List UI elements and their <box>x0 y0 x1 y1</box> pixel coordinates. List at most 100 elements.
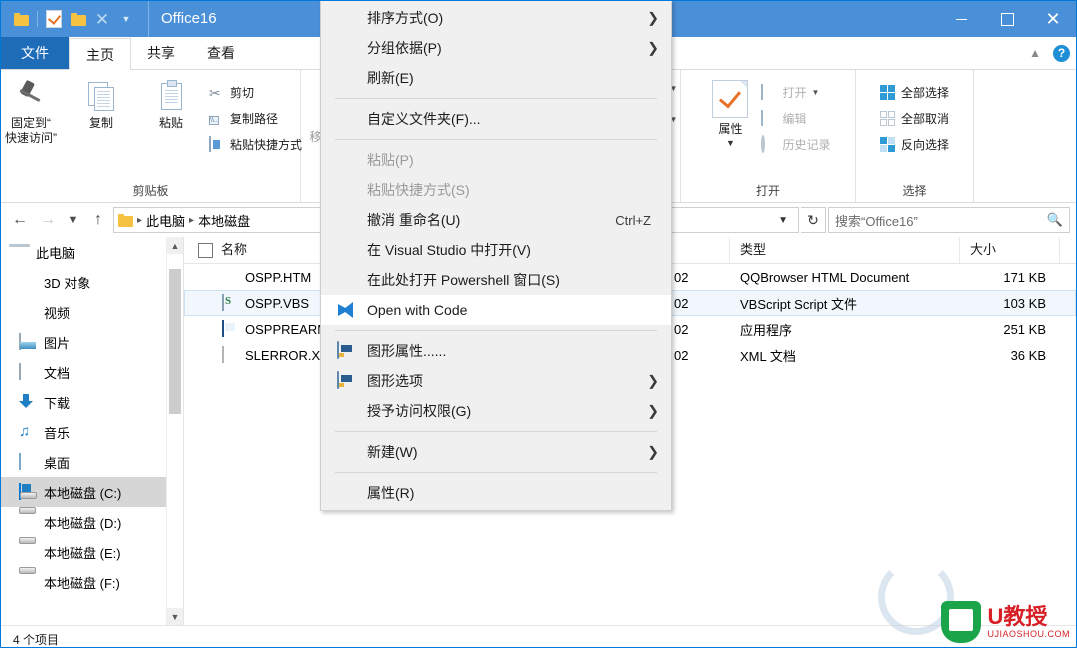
breadcrumb-local-disk[interactable]: 本地磁盘 <box>198 211 250 230</box>
edit-button[interactable]: 编辑 <box>758 108 833 129</box>
file-type-cell: QQBrowser HTML Document <box>740 269 910 285</box>
menu-open-powershell[interactable]: 在此处打开 Powershell 窗口(S) <box>321 265 671 295</box>
folder-icon[interactable] <box>9 7 33 31</box>
chevron-down-icon[interactable]: ▼ <box>772 215 794 226</box>
menu-new[interactable]: 新建(W) ❯ <box>321 437 671 467</box>
chevron-down-icon[interactable]: ▼ <box>726 138 735 148</box>
pin-to-quick-access-button[interactable]: 固定到“ 快速访问” <box>1 76 66 146</box>
select-none-button[interactable]: 全部取消 <box>877 108 952 129</box>
back-arrow-icon[interactable]: ← <box>7 207 33 233</box>
copy-button[interactable]: 复制 <box>66 76 136 131</box>
close-icon[interactable]: ✕ <box>90 7 114 31</box>
item-count: 4 个项目 <box>13 632 60 647</box>
paste-button[interactable]: 粘贴 <box>136 76 206 131</box>
menu-paste-shortcut[interactable]: 粘贴快捷方式(S) <box>321 175 671 205</box>
file-name: OSPP.VBS <box>245 295 310 311</box>
column-size[interactable]: 大小 <box>960 237 1060 263</box>
window-controls: ✕ <box>938 1 1076 37</box>
nav-item-local-disk-c[interactable]: 本地磁盘 (C:) <box>1 477 183 507</box>
divider <box>37 11 38 27</box>
forward-arrow-icon[interactable]: → <box>35 207 61 233</box>
chevron-right-icon: ❯ <box>647 443 659 460</box>
select-all-button[interactable]: 全部选择 <box>877 82 952 103</box>
vbscript-icon <box>222 294 238 311</box>
menu-open-with-code[interactable]: Open with Code <box>321 295 671 325</box>
nav-item-documents[interactable]: 文档 <box>1 357 183 387</box>
menu-properties[interactable]: 属性(R) <box>321 478 671 508</box>
nav-item-local-disk-f[interactable]: 本地磁盘 (F:) <box>1 567 183 597</box>
folder-icon[interactable] <box>66 7 90 31</box>
menu-open-visual-studio[interactable]: 在 Visual Studio 中打开(V) <box>321 235 671 265</box>
file-size-cell: 251 KB <box>1003 321 1046 337</box>
properties-icon[interactable] <box>42 7 66 31</box>
breadcrumb-this-pc[interactable]: 此电脑 <box>146 211 185 230</box>
copy-path-label: 复制路径 <box>230 112 279 126</box>
paste-shortcut-button[interactable]: 粘贴快捷方式 <box>206 134 305 155</box>
maximize-button[interactable] <box>984 1 1030 37</box>
select-none-icon <box>879 110 896 127</box>
help-icon[interactable]: ? <box>1053 44 1070 62</box>
nav-label: 本地磁盘 (F:) <box>44 575 120 591</box>
properties-button[interactable]: 属性 ▼ <box>702 76 758 148</box>
up-arrow-icon[interactable]: ↑ <box>85 207 111 233</box>
select-all-checkbox[interactable] <box>198 242 213 258</box>
minimize-button[interactable] <box>938 1 984 37</box>
refresh-icon[interactable]: ↻ <box>801 207 826 233</box>
chevron-up-icon[interactable]: ▲ <box>167 237 183 254</box>
column-date[interactable]: 修改日期 <box>664 237 730 263</box>
history-button[interactable]: 历史记录 <box>758 134 833 155</box>
tab-view[interactable]: 查看 <box>191 37 251 69</box>
nav-item-desktop[interactable]: 桌面 <box>1 447 183 477</box>
music-icon: ♫ <box>19 422 31 440</box>
copy-label: 复制 <box>88 116 113 130</box>
search-icon[interactable]: 🔍 <box>1047 212 1063 228</box>
disk-icon <box>19 574 36 591</box>
menu-undo-rename[interactable]: 撤消 重命名(U) Ctrl+Z <box>321 205 671 235</box>
nav-item-this-pc[interactable]: 此电脑 <box>1 237 183 267</box>
menu-customize-folder[interactable]: 自定义文件夹(F)... <box>321 104 671 134</box>
cut-button[interactable]: ✂ 剪切 <box>206 82 305 103</box>
application-icon <box>222 320 238 337</box>
menu-group-by[interactable]: 分组依据(P) ❯ <box>321 33 671 63</box>
file-date-cell: 02 <box>674 269 689 285</box>
menu-sort-by[interactable]: 排序方式(O) ❯ <box>321 3 671 33</box>
recent-locations-icon[interactable]: ▼ <box>63 207 83 233</box>
select-group-label: 选择 <box>902 184 927 198</box>
menu-graphics-options[interactable]: 图形选项 ❯ <box>321 366 671 396</box>
tab-home[interactable]: 主页 <box>69 38 131 70</box>
close-button[interactable]: ✕ <box>1030 1 1076 37</box>
open-button[interactable]: 打开 ▼ <box>758 82 833 103</box>
nav-item-3d-objects[interactable]: 3D 对象 <box>1 267 183 297</box>
watermark-title: U教授 <box>987 603 1048 629</box>
nav-item-local-disk-d[interactable]: 本地磁盘 (D:) <box>1 507 183 537</box>
nav-scrollbar[interactable]: ▲ ▼ <box>166 237 183 625</box>
chevron-down-icon[interactable]: ▼ <box>167 608 183 625</box>
nav-item-videos[interactable]: 视频 <box>1 297 183 327</box>
copy-path-button[interactable]: \\.. 复制路径 <box>206 108 305 129</box>
nav-label: 本地磁盘 (E:) <box>44 545 121 561</box>
menu-graphics-properties[interactable]: 图形属性...... <box>321 336 671 366</box>
search-input[interactable]: 搜索“Office16” 🔍 <box>828 207 1070 233</box>
invert-selection-button[interactable]: 反向选择 <box>877 134 952 155</box>
nav-item-downloads[interactable]: 下载 <box>1 387 183 417</box>
tab-share[interactable]: 共享 <box>131 37 191 69</box>
tab-file[interactable]: 文件 <box>1 37 69 69</box>
nav-item-music[interactable]: ♫ 音乐 <box>1 417 183 447</box>
open-label: 打开 <box>782 86 807 100</box>
qqbrowser-html-icon <box>222 269 238 285</box>
menu-refresh[interactable]: 刷新(E) <box>321 63 671 93</box>
chevron-up-icon[interactable]: ▲ <box>1029 46 1041 60</box>
chevron-down-icon[interactable]: ▼ <box>812 88 820 97</box>
open-group-label: 打开 <box>755 184 780 198</box>
menu-paste[interactable]: 粘贴(P) <box>321 145 671 175</box>
nav-item-local-disk-e[interactable]: 本地磁盘 (E:) <box>1 537 183 567</box>
customize-dropdown-icon[interactable]: ▼ <box>114 7 138 31</box>
file-date-cell: 02 <box>674 347 689 363</box>
column-type[interactable]: 类型 <box>730 237 960 263</box>
scrollbar-thumb[interactable] <box>169 269 181 414</box>
menu-grant-access[interactable]: 授予访问权限(G) ❯ <box>321 396 671 426</box>
nav-item-pictures[interactable]: 图片 <box>1 327 183 357</box>
open-small-commands: 打开 ▼ 编辑 历史记录 <box>758 76 833 155</box>
file-name: OSPP.HTM <box>245 269 312 285</box>
nav-label: 本地磁盘 (C:) <box>44 485 122 501</box>
